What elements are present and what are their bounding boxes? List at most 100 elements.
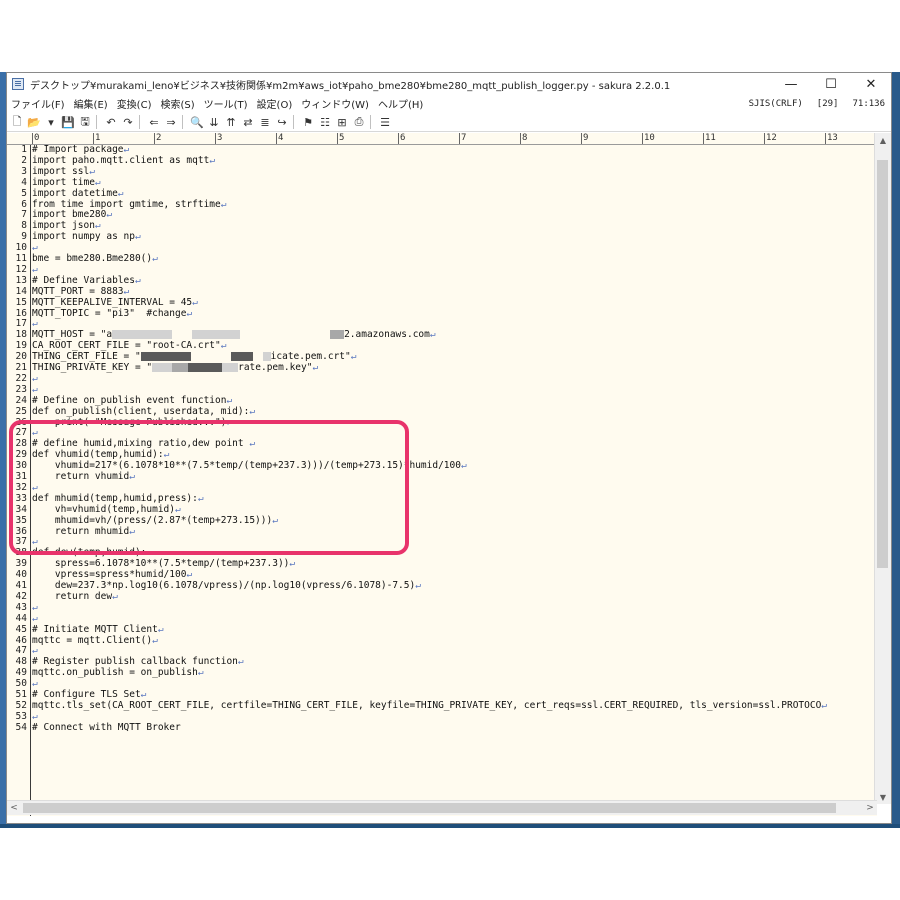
line-number: 5 (21, 187, 27, 199)
code-line-text: import json (32, 220, 95, 232)
line-end-mark-icon: ↵ (152, 634, 158, 646)
code-line-text: # Configure TLS Set (32, 689, 141, 700)
undo-icon[interactable]: ↶ (104, 115, 118, 129)
code-line-text: mqttc = mqtt.Client() (32, 634, 153, 646)
menu-search[interactable]: 検索(S) (160, 96, 194, 111)
minimize-button[interactable]: — (771, 73, 811, 95)
redacted-region (152, 363, 173, 372)
open-folder-icon[interactable]: 📂 (27, 115, 41, 129)
grep-icon[interactable]: ≣ (258, 115, 272, 129)
scroll-down-arrow-icon[interactable]: ▼ (875, 790, 891, 804)
toolbar: 🗋 📂 ▾ 💾 🖫 ↶ ↷ ⇐ ⇒ 🔍 ⇊ ⇈ ⇄ ≣ ↪ ⚑ ☷ ⊞ ⎙ ☰ (7, 113, 891, 132)
code-line-text: vpress=spress*humid/100 (32, 569, 187, 581)
menu-tools[interactable]: ツール(T) (204, 96, 248, 111)
ruler-tick-label: 11 (703, 133, 716, 144)
tag-jump-icon[interactable]: ↪ (275, 115, 289, 129)
line-end-mark-icon: ↵ (32, 612, 38, 624)
vertical-scrollbar[interactable]: ▲ ▼ (874, 133, 891, 804)
back-icon[interactable]: ⇐ (147, 115, 161, 129)
ruler-tick-label: 5 (337, 133, 345, 144)
line-end-mark-icon: ↵ (415, 580, 421, 591)
redo-icon[interactable]: ↷ (121, 115, 135, 129)
scroll-right-arrow-icon[interactable]: > (863, 801, 877, 815)
line-end-mark-icon: ↵ (140, 689, 147, 700)
code-line: bme = bme280.Bme280()↵ (32, 253, 158, 265)
code-line-text: import datetime (32, 187, 118, 199)
line-end-mark-icon: ↵ (312, 362, 319, 373)
vertical-scroll-thumb[interactable] (877, 160, 888, 568)
code-line-text: # Define Variables (32, 274, 135, 286)
sakura-app-icon[interactable] (12, 78, 24, 90)
ruler-tick-label: 1 (93, 133, 101, 144)
line-end-mark-icon: ↵ (429, 329, 436, 341)
menu-settings[interactable]: 設定(O) (257, 96, 293, 111)
find-next-icon[interactable]: ⇊ (207, 115, 221, 129)
title-bar[interactable]: デスクトップ¥murakami_leno¥ビジネス¥技術関係¥m2m¥aws_i… (7, 73, 891, 95)
save-icon[interactable]: 💾 (61, 115, 75, 129)
code-line-text: # Import package (32, 145, 124, 155)
line-end-mark-icon: ↵ (32, 318, 38, 330)
dropdown-icon[interactable]: ▾ (44, 115, 58, 129)
print-icon[interactable]: ⎙ (352, 115, 366, 129)
line-end-mark-icon: ↵ (152, 253, 158, 264)
scroll-up-arrow-icon[interactable]: ▲ (875, 133, 891, 147)
code-line-tail: 2.amazonaws.com (344, 329, 430, 341)
text-editor-area[interactable]: 0 1 2 3 4 5 6 7 8 9 10 11 12 13 1 2 3 4 5 6 7 8 9 10 11 12 13 14 15… (7, 133, 877, 816)
forward-icon[interactable]: ⇒ (164, 115, 178, 129)
cursor-position: 71:136 (852, 98, 885, 109)
new-file-icon[interactable]: 🗋 (10, 115, 24, 129)
line-end-mark-icon: ↵ (134, 274, 141, 286)
line-end-mark-icon: ↵ (134, 231, 141, 243)
screenshot-frame: デスクトップ¥murakami_leno¥ビジネス¥技術関係¥m2m¥aws_i… (0, 72, 900, 828)
line-end-mark-icon: ↵ (94, 176, 101, 188)
settings-icon[interactable]: ☰ (378, 115, 392, 129)
code-line: MQTT_TOPIC = "pi3" #change↵ (32, 307, 193, 320)
redacted-region (230, 352, 253, 362)
line-end-mark-icon: ↵ (89, 165, 95, 177)
code-line-text: from time import gmtime, strftime (32, 198, 221, 210)
line-end-mark-icon: ↵ (186, 307, 193, 319)
ruler-tick-label: 12 (764, 133, 777, 144)
maximize-button[interactable]: ☐ (811, 73, 851, 95)
menu-file[interactable]: ファイル(F) (11, 96, 65, 111)
scroll-left-arrow-icon[interactable]: < (7, 801, 21, 815)
line-end-mark-icon: ↵ (192, 296, 198, 308)
line-end-mark-icon: ↵ (226, 394, 233, 406)
code-line-text: mqttc.tls_set(CA_ROOT_CERT_FILE, certfil… (32, 699, 822, 711)
desktop-background-right (892, 72, 900, 828)
line-end-mark-icon: ↵ (289, 558, 296, 570)
close-button[interactable]: ✕ (851, 73, 891, 95)
line-number: 25 (15, 405, 27, 417)
find-prev-icon[interactable]: ⇈ (224, 115, 238, 129)
search-icon[interactable]: 🔍 (190, 115, 204, 129)
horizontal-scrollbar[interactable]: < > (7, 800, 877, 815)
redacted-region (192, 330, 241, 340)
highlight-annotation-box (9, 420, 409, 555)
line-number: 45 (15, 623, 27, 635)
line-end-mark-icon: ↵ (94, 220, 101, 232)
horizontal-scroll-thumb[interactable] (23, 803, 836, 813)
compare-icon[interactable]: ⊞ (335, 115, 349, 129)
code-line: THING_PRIVATE_KEY = " rate.pem.key"↵ (32, 362, 319, 374)
ruler-tick-label: 7 (459, 133, 467, 144)
menu-window[interactable]: ウィンドウ(W) (301, 96, 369, 111)
bookmark-icon[interactable]: ⚑ (301, 115, 315, 129)
code-line-text: # Define on_publish event function (32, 394, 227, 406)
redacted-region (222, 363, 239, 372)
code-line-text: import paho.mqtt.client as mqtt (32, 154, 210, 166)
redacted-region (188, 363, 223, 372)
code-line-text: bme = bme280.Bme280() (32, 253, 153, 264)
menu-help[interactable]: ヘルプ(H) (378, 96, 423, 111)
line-end-mark-icon: ↵ (350, 351, 357, 363)
redacted-region (330, 330, 345, 340)
menu-convert[interactable]: 変換(C) (117, 96, 152, 111)
save-all-icon[interactable]: 🖫 (78, 115, 92, 129)
code-line-text: CA_ROOT_CERT_FILE = "root-CA.crt" (32, 340, 221, 352)
code-line-text: # Register publish callback function (32, 656, 238, 668)
code-line-text: THING_CERT_FILE = " (32, 351, 141, 363)
outline-icon[interactable]: ☷ (318, 115, 332, 129)
menu-edit[interactable]: 編集(E) (74, 96, 108, 111)
encoding-indicator[interactable]: SJIS(CRLF) (749, 99, 803, 109)
ruler-tick-label: 10 (642, 133, 655, 144)
replace-icon[interactable]: ⇄ (241, 115, 255, 129)
